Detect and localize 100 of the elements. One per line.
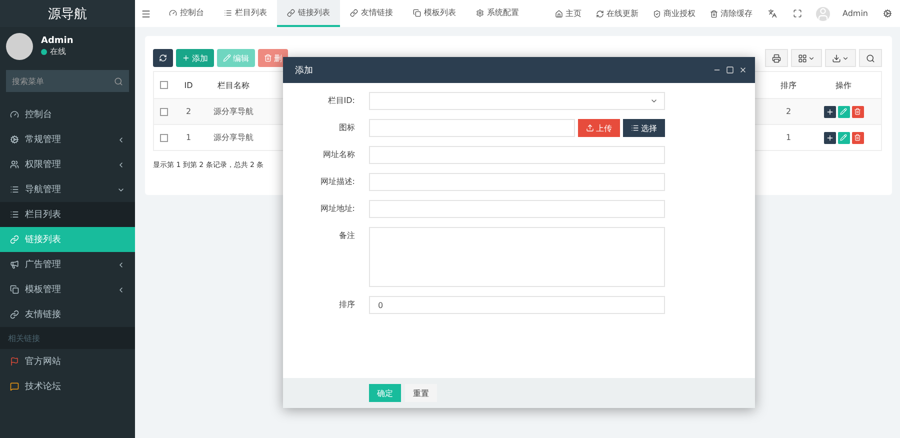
reset-button[interactable]: 重置 xyxy=(405,384,437,402)
refresh-icon xyxy=(159,54,167,62)
sidebar-item[interactable]: 控制台 xyxy=(0,102,135,127)
trash-icon xyxy=(854,108,861,115)
input-field[interactable] xyxy=(369,119,575,137)
top-link[interactable]: 在线更新 xyxy=(588,8,646,19)
gear-icon xyxy=(476,8,484,16)
nav-tab[interactable]: 链接列表 xyxy=(277,0,340,27)
table-cell-text: 1 xyxy=(784,133,792,142)
chevron-left-icon xyxy=(117,136,125,144)
sidebar-item[interactable]: 导航管理 xyxy=(0,177,135,202)
export-button[interactable] xyxy=(825,49,856,67)
link-icon xyxy=(350,8,358,16)
add-button[interactable] xyxy=(824,106,836,118)
gauge-icon xyxy=(169,8,177,16)
translate-icon[interactable] xyxy=(768,9,776,18)
textarea-field[interactable] xyxy=(369,227,665,287)
dialog-title: 添加 xyxy=(295,64,313,76)
refresh-button[interactable] xyxy=(153,49,173,67)
grid-icon xyxy=(798,54,807,62)
user-name: Admin xyxy=(41,36,74,46)
input-field[interactable]: 0 xyxy=(369,296,665,314)
chevron-left-icon xyxy=(117,286,125,294)
trash-icon xyxy=(264,54,272,62)
download-icon xyxy=(832,54,841,62)
refresh-icon xyxy=(596,10,604,18)
users-icon xyxy=(10,160,19,169)
top-link[interactable]: 商业授权 xyxy=(646,8,702,19)
sidebar-item[interactable]: 栏目列表 xyxy=(0,202,135,227)
link-icon xyxy=(10,235,19,244)
input-field[interactable] xyxy=(369,173,665,191)
sidebar-header: 相关链接 xyxy=(0,327,135,349)
plus-icon xyxy=(826,134,834,142)
column-header: 操作 xyxy=(834,80,852,90)
printer-icon xyxy=(772,54,781,62)
plus-icon xyxy=(826,108,834,116)
checkbox[interactable] xyxy=(160,134,168,142)
link-icon xyxy=(10,310,19,319)
close-icon[interactable] xyxy=(739,66,747,74)
list-icon xyxy=(631,124,639,132)
link-icon xyxy=(287,8,295,16)
top-link[interactable]: 清除缓存 xyxy=(702,8,760,19)
upload-button[interactable]: 上传 xyxy=(578,119,620,137)
sidebar-item[interactable]: 广告管理 xyxy=(0,252,135,277)
home-icon xyxy=(554,10,562,18)
maximize-icon[interactable] xyxy=(726,66,734,74)
pencil-icon xyxy=(840,134,847,141)
delete-button[interactable] xyxy=(852,132,864,144)
megaphone-icon xyxy=(10,260,19,269)
avatar xyxy=(6,33,33,60)
table-cell-text: 源分享导航 xyxy=(212,132,254,143)
column-header: 排序 xyxy=(780,80,798,90)
field-label: 备注 xyxy=(338,230,356,242)
add-button[interactable] xyxy=(824,132,836,144)
fullscreen-icon[interactable] xyxy=(792,9,802,18)
trash-icon xyxy=(710,10,718,18)
choose-button[interactable]: 选择 xyxy=(623,119,665,137)
table-cell-text: 2 xyxy=(184,107,192,116)
list-icon xyxy=(10,210,19,219)
field-label: 排序 xyxy=(338,299,356,311)
sidebar-item[interactable]: 友情链接 xyxy=(0,302,135,327)
input-field[interactable] xyxy=(369,146,665,164)
table-cell-text: 2 xyxy=(784,107,792,116)
sidebar-item[interactable]: 官方网站 xyxy=(0,349,135,374)
speech-bubble-icon xyxy=(10,382,19,391)
field-label: 图标 xyxy=(338,122,356,134)
user-status: 在线 xyxy=(41,46,74,57)
sidebar-item[interactable]: 常规管理 xyxy=(0,127,135,152)
print-button[interactable] xyxy=(765,49,788,67)
table-cell-text: 源分享导航 xyxy=(212,106,254,117)
caret-icon xyxy=(808,54,815,62)
search-icon xyxy=(114,76,123,86)
search-button[interactable] xyxy=(859,49,882,67)
flag-icon xyxy=(10,357,19,366)
menu-icon[interactable] xyxy=(141,8,151,18)
columns-button[interactable] xyxy=(791,49,822,67)
gauge-icon xyxy=(10,110,19,119)
chevron-left-icon xyxy=(117,260,125,268)
sidebar-item[interactable]: 技术论坛 xyxy=(0,374,135,399)
list-icon xyxy=(224,8,232,16)
search-icon xyxy=(866,54,875,62)
field-label: 网址描述: xyxy=(319,176,356,188)
shield-icon xyxy=(652,10,660,18)
sidebar-item[interactable]: 模板管理 xyxy=(0,277,135,302)
checkbox[interactable] xyxy=(160,108,168,116)
caret-icon xyxy=(650,97,658,105)
top-user-name[interactable]: Admin xyxy=(836,9,875,18)
checkbox[interactable] xyxy=(160,81,168,89)
sidebar-item[interactable]: 权限管理 xyxy=(0,152,135,177)
trash-icon xyxy=(854,134,861,141)
input-field[interactable] xyxy=(369,200,665,218)
brand-title: 源导航 xyxy=(0,0,135,27)
list-icon xyxy=(10,185,19,194)
pencil-icon xyxy=(840,108,847,115)
chevron-left-icon xyxy=(117,160,125,168)
column-header: 栏目名称 xyxy=(216,80,250,90)
select-field[interactable] xyxy=(369,92,665,110)
delete-button[interactable] xyxy=(852,106,864,118)
column-header: ID xyxy=(183,80,194,90)
top-link[interactable]: 主页 xyxy=(548,8,588,19)
